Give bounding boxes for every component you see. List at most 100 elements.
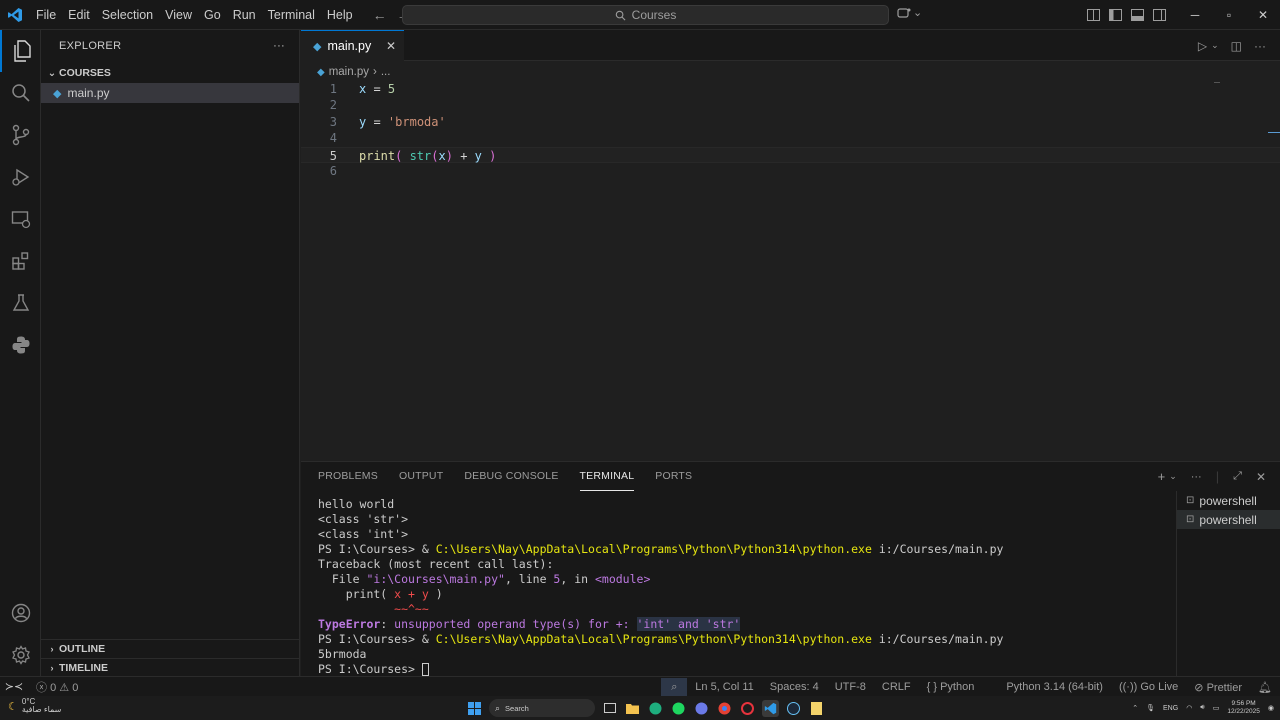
vscode-taskbar-icon[interactable] [762, 699, 779, 717]
more-actions-icon[interactable]: ··· [1191, 471, 1202, 483]
windows-start-icon[interactable] [466, 700, 483, 717]
maximize-panel-icon[interactable]: ⤢ [1233, 470, 1242, 483]
copilot-button[interactable]: ⌄ [897, 6, 922, 19]
code-line[interactable]: 3 y = 'brmoda' [301, 114, 1280, 130]
new-terminal-icon[interactable]: + [1158, 469, 1166, 484]
source-control-icon[interactable] [0, 114, 41, 156]
run-debug-icon[interactable] [0, 156, 41, 198]
settings-gear-icon[interactable] [0, 634, 41, 676]
chevron-down-icon[interactable]: ⌄ [1211, 40, 1219, 51]
chevron-down-icon[interactable]: ⌄ [1169, 471, 1177, 482]
close-panel-icon[interactable]: ✕ [1256, 470, 1266, 484]
remote-indicator-icon[interactable]: ≻≺ [0, 680, 28, 693]
outline-section[interactable]: › OUTLINE [41, 639, 300, 658]
microphone-icon[interactable]: 🎙︎ [1146, 704, 1155, 712]
breadcrumb-file[interactable]: main.py [329, 66, 369, 78]
encoding[interactable]: UTF-8 [827, 681, 874, 693]
code-line[interactable]: 1 x = 5 [301, 81, 1280, 97]
chrome-browser-icon[interactable] [716, 700, 733, 717]
menu-edit[interactable]: Edit [62, 0, 96, 30]
code-line-current[interactable]: 5 print( str(x) + y ) [301, 146, 1280, 163]
prettier-status[interactable]: ⊘ Prettier [1186, 681, 1250, 694]
volume-icon[interactable]: 🔊︎ [1200, 704, 1204, 712]
problems-status[interactable]: ⓧ 0 ⚠ 0 [28, 679, 86, 695]
notification-center-icon[interactable]: ◉ [1268, 704, 1274, 712]
more-actions-icon[interactable]: ··· [273, 40, 285, 52]
menu-help[interactable]: Help [321, 0, 359, 30]
steam-icon[interactable] [785, 700, 802, 717]
end-of-line[interactable]: CRLF [874, 681, 919, 693]
notifications-bell-icon[interactable]: 🔔︎ [1250, 681, 1280, 694]
line-number: 3 [329, 114, 337, 129]
run-python-file-icon[interactable]: ▷ [1198, 39, 1207, 53]
tab-problems[interactable]: PROBLEMS [318, 462, 378, 491]
tray-language[interactable]: ENG [1163, 705, 1178, 712]
close-window-icon[interactable]: ✕ [1246, 0, 1280, 30]
tab-main-py[interactable]: ◆ main.py ✕ [301, 30, 404, 61]
search-icon[interactable] [0, 72, 41, 114]
error-icon: ⓧ [36, 681, 47, 694]
discord-icon[interactable] [693, 700, 710, 717]
python-file-icon: ◆ [313, 40, 322, 53]
more-actions-icon[interactable]: ··· [1254, 39, 1266, 53]
account-icon[interactable] [0, 592, 41, 634]
menu-run[interactable]: Run [227, 0, 262, 30]
tab-ports[interactable]: PORTS [655, 462, 692, 491]
explorer-icon[interactable] [0, 30, 41, 72]
layout-customize-icon[interactable] [1082, 0, 1104, 30]
taskbar-search[interactable]: ⌕ Search [489, 699, 595, 717]
tab-terminal[interactable]: TERMINAL [579, 462, 635, 491]
maximize-icon[interactable]: ▫ [1212, 0, 1246, 30]
tab-output[interactable]: OUTPUT [399, 462, 443, 491]
clock[interactable]: 9:56 PM 12/22/2025 [1227, 700, 1260, 716]
go-live-button[interactable]: ((·)) Go Live [1111, 681, 1186, 693]
terminal-line: <class 'str'> [318, 512, 409, 526]
tab-debug-console[interactable]: DEBUG CONSOLE [464, 462, 558, 491]
terminal-instance[interactable]: ⊡ powershell [1177, 510, 1280, 529]
split-editor-icon[interactable]: ◫ [1231, 39, 1242, 53]
chevron-up-icon[interactable]: ⌃ [1132, 704, 1138, 712]
file-explorer-icon[interactable] [624, 700, 641, 717]
indentation[interactable]: Spaces: 4 [762, 681, 827, 693]
menu-view[interactable]: View [159, 0, 198, 30]
menu-go[interactable]: Go [198, 0, 227, 30]
battery-icon[interactable]: ▭ [1213, 704, 1220, 712]
code-line[interactable]: 2 [301, 97, 1280, 113]
task-view-icon[interactable] [601, 700, 618, 717]
python-icon[interactable] [0, 324, 41, 366]
terminal-output[interactable]: hello world <class 'str'> <class 'int'> … [318, 497, 1168, 677]
testing-icon[interactable] [0, 282, 41, 324]
opera-browser-icon[interactable] [739, 700, 756, 717]
zoom-icon[interactable]: ⌕ [661, 677, 688, 697]
code-line[interactable]: 4 [301, 130, 1280, 146]
toggle-secondary-sidebar-icon[interactable] [1148, 0, 1170, 30]
wifi-icon[interactable]: ◠ [1186, 704, 1192, 712]
file-item-main-py[interactable]: ◆ main.py [41, 83, 299, 103]
menu-terminal[interactable]: Terminal [262, 0, 321, 30]
cursor-position[interactable]: Ln 5, Col 11 [687, 681, 762, 693]
chevron-right-icon: › [50, 663, 54, 673]
code-line[interactable]: 6 [301, 163, 1280, 179]
language-mode[interactable]: { } Python [919, 681, 983, 693]
extensions-icon[interactable] [0, 240, 41, 282]
python-interpreter[interactable]: Python 3.14 (64-bit) [998, 681, 1111, 693]
weather-widget[interactable]: ☾ 0°C سماء صافية [8, 698, 61, 714]
back-arrow-icon[interactable]: ← [373, 7, 387, 23]
menu-file[interactable]: File [30, 0, 62, 30]
timeline-section[interactable]: › TIMELINE [41, 658, 300, 677]
edge-browser-icon[interactable] [647, 700, 664, 717]
command-center[interactable]: Courses [402, 5, 889, 25]
toggle-sidebar-icon[interactable] [1104, 0, 1126, 30]
close-icon[interactable]: ✕ [386, 39, 396, 53]
minimize-icon[interactable]: ─ [1178, 0, 1212, 30]
code-editor[interactable]: 1 x = 5 2 3 y = 'brmoda' 4 5 print( str(… [301, 81, 1280, 179]
breadcrumb-more[interactable]: ... [381, 66, 391, 78]
spotify-icon[interactable] [670, 700, 687, 717]
remote-explorer-icon[interactable] [0, 198, 41, 240]
panel-divider: | [1215, 469, 1220, 484]
terminal-instance[interactable]: ⊡ powershell [1177, 491, 1280, 510]
folder-courses[interactable]: ⌄ COURSES [41, 64, 299, 82]
notepad-icon[interactable] [808, 700, 825, 717]
toggle-panel-icon[interactable] [1126, 0, 1148, 30]
menu-selection[interactable]: Selection [96, 0, 159, 30]
